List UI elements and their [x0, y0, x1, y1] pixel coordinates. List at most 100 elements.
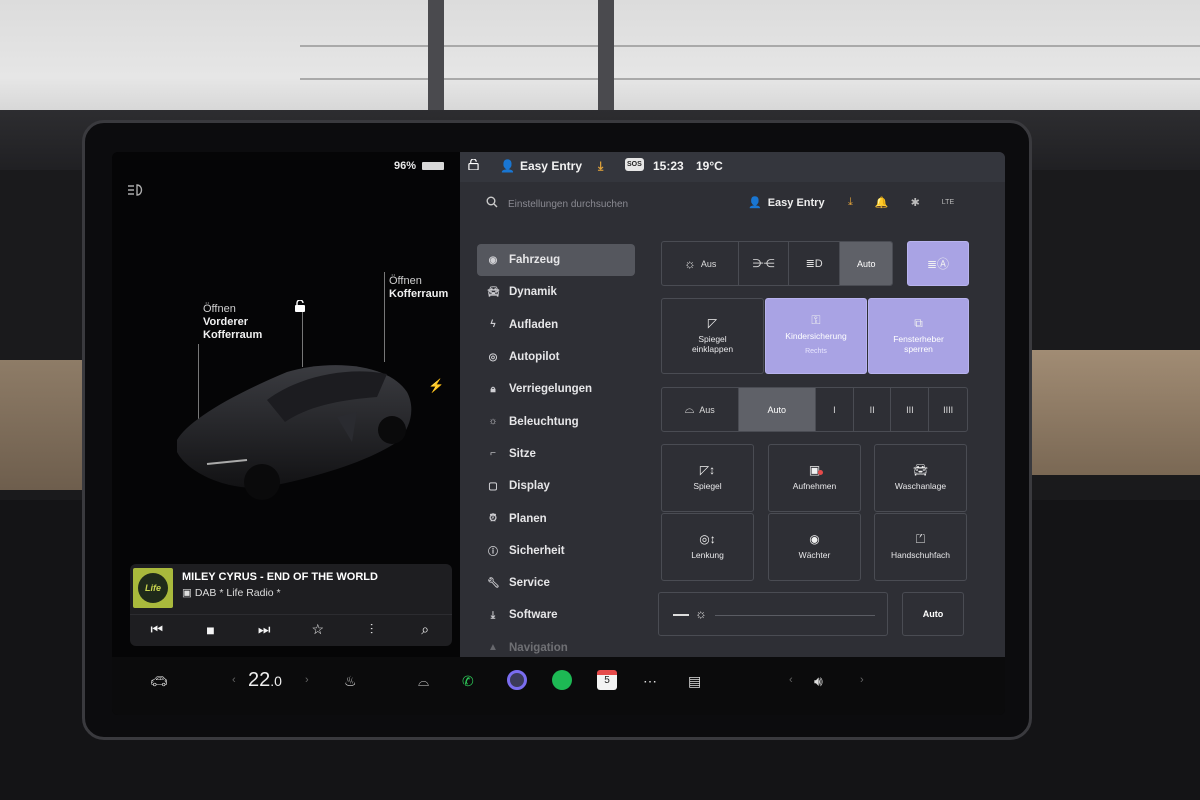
mirrors-adjust-button[interactable]: ◸↕ Spiegel [661, 444, 754, 512]
nav-item-sitze[interactable]: ⌐ Sitze [477, 438, 635, 470]
open-trunk-button[interactable]: Öffnen Kofferraum [389, 275, 448, 301]
lock-icon: 🔒︎ [490, 383, 496, 395]
brightness-sun-icon: ☼ [695, 606, 707, 621]
dashcam-icon: ▣ [809, 464, 824, 476]
trunk-label-1: Öffnen [389, 275, 422, 287]
slider-handle[interactable] [673, 614, 689, 616]
media-search-icon[interactable]: ⌕ [410, 621, 440, 638]
temp-down-chevron-icon[interactable]: ‹ [232, 674, 236, 686]
sentry-icon: ◉ [809, 532, 820, 546]
toggle-icon: ◉ [488, 254, 498, 266]
sentry-mode-button[interactable]: ◉ Wächter [768, 513, 861, 581]
nav-item-dynamik[interactable]: 🚘︎ Dynamik [477, 276, 635, 308]
car-icon[interactable]: 🚗︎ [150, 673, 168, 690]
seat-icon: ⌐ [490, 448, 496, 460]
cabin-temperature[interactable]: 22.0 [248, 669, 282, 692]
washer-button[interactable]: 🚘︎ Waschanlage [874, 444, 967, 512]
nav-item-sicherheit[interactable]: ⓘ Sicherheit [477, 535, 635, 567]
nav-item-service[interactable]: 🔧︎ Service [477, 567, 635, 599]
camera-app-icon[interactable] [507, 670, 527, 690]
spotify-icon[interactable] [552, 670, 572, 690]
nav-item-display[interactable]: ▢ Display [477, 470, 635, 502]
driver-profile[interactable]: 👤 Easy Entry [500, 159, 582, 173]
battery-status: 96% [394, 160, 445, 172]
wiper-speed-2[interactable]: II [854, 388, 892, 431]
favorite-star-icon[interactable]: ☆ [303, 621, 333, 638]
brightness-slider[interactable]: ☼ [658, 592, 888, 636]
child-lock-icon: ⚿ [811, 313, 821, 327]
clock: 15:23 [653, 159, 684, 173]
auto-high-beam-icon [126, 184, 146, 199]
child-lock-button[interactable]: ⚿ Kindersicherung Rechts [765, 298, 867, 374]
alert-icon: ⓘ [488, 547, 498, 559]
wiper-speed-4[interactable]: IIII [929, 388, 967, 431]
frunk-label-2: Vorderer [203, 316, 249, 328]
volume-down-chevron-icon[interactable]: ‹ [789, 674, 793, 686]
trunk-label-2: Kofferraum [389, 288, 449, 300]
display-icon: ▢ [488, 480, 498, 492]
fold-mirrors-button[interactable]: ◸ Spiegel einklappen [661, 298, 764, 374]
settings-search-input[interactable] [508, 196, 708, 212]
nav-item-autopilot[interactable]: ◎ Autopilot [477, 341, 635, 373]
calendar-icon[interactable]: 5 [597, 670, 617, 690]
open-frunk-button[interactable]: Öffnen Vorderer Kofferraum [203, 303, 262, 342]
temp-up-chevron-icon[interactable]: › [305, 674, 309, 686]
settings-nav: ◉ Fahrzeug 🚘︎ Dynamik ϟ Aufladen ◎ Autopilot… [477, 244, 635, 664]
frunk-label-3: Kofferraum [203, 329, 263, 341]
wiper-auto-option[interactable]: Auto [738, 388, 816, 431]
parking-lights-option[interactable]: ⋺⋲ [739, 242, 789, 285]
lights-off-option[interactable]: ☼ Aus [662, 242, 740, 285]
unlock-icon[interactable] [294, 300, 306, 312]
media-player: Life MILEY CYRUS - END OF THE WORLD ▣ DA… [130, 564, 452, 646]
more-apps-icon[interactable]: ⋯ [643, 673, 657, 690]
glovebox-icon: ⏍ [915, 532, 926, 546]
download-icon[interactable]: ⤓ [848, 196, 853, 209]
wiper-off-option[interactable]: ⌓ Aus [662, 388, 739, 431]
battery-icon [422, 162, 445, 170]
lock-status-icon[interactable] [468, 159, 479, 170]
equalizer-icon[interactable]: ⫶ [356, 621, 386, 638]
bluetooth-icon[interactable]: ✱ [911, 196, 920, 209]
charge-port-icon[interactable]: ⚡ [428, 378, 444, 394]
lte-signal-icon: LTE [941, 199, 955, 206]
lights-auto-option[interactable]: Auto [840, 242, 892, 285]
low-beam-option[interactable]: ≣D [789, 242, 841, 285]
wiper-speed-3[interactable]: III [891, 388, 930, 431]
sos-button[interactable]: SOS [625, 158, 644, 171]
software-download-icon[interactable]: ⤓ [598, 159, 603, 174]
volume-icon[interactable]: 🔊︎ [814, 673, 823, 690]
auto-high-beam-button[interactable]: ≣Ⓐ [907, 241, 969, 286]
seat-heater-icon[interactable]: ♨ [344, 673, 357, 690]
bell-icon[interactable]: 🔔 [875, 196, 889, 209]
glovebox-button[interactable]: ⏍ Handschuhfach [874, 513, 967, 581]
nav-item-planen[interactable]: ⏰︎ Planen [477, 502, 635, 534]
volume-up-chevron-icon[interactable]: › [860, 674, 864, 686]
previous-track-icon[interactable]: ⏮ [142, 621, 172, 638]
status-bar: 👤 Easy Entry ⤓ SOS 15:23 19°C [460, 152, 1005, 182]
steering-wheel-icon: ◎ [488, 351, 498, 363]
profile-button[interactable]: 👤 Easy Entry [748, 196, 825, 210]
battery-percent: 96% [394, 160, 417, 172]
nav-item-verriegelungen[interactable]: 🔒︎ Verriegelungen [477, 373, 635, 405]
nav-item-aufladen[interactable]: ϟ Aufladen [477, 309, 635, 341]
brightness-auto-button[interactable]: Auto [902, 592, 964, 636]
bottom-bar: 🚗︎ ‹ 22.0 › ♨ ⌓ ✆ 5 ⋯ ▤ ‹ 🔊︎ › [112, 657, 1005, 715]
nav-item-beleuchtung[interactable]: ☼ Beleuchtung [477, 405, 635, 437]
station-name: ▣ DAB * Life Radio * [182, 587, 281, 599]
nav-item-fahrzeug[interactable]: ◉ Fahrzeug [477, 244, 635, 277]
track-title: MILEY CYRUS - END OF THE WORLD [182, 571, 378, 583]
nav-item-software[interactable]: ⤓ Software [477, 599, 635, 631]
stop-icon[interactable]: ■ [195, 622, 225, 638]
steering-adjust-button[interactable]: ◎↕ Lenkung [661, 513, 754, 581]
window-lock-button[interactable]: ⧉ Fensterheber sperren [868, 298, 969, 374]
slider-track[interactable] [715, 615, 875, 616]
phone-icon[interactable]: ✆ [462, 673, 474, 690]
wiper-speed-1[interactable]: I [816, 388, 854, 431]
car-view-panel: 96% Öffnen Vorderer Kofferraum Öffnen Ko… [112, 152, 460, 657]
defrost-icon[interactable]: ⌓ [418, 673, 429, 690]
next-track-icon[interactable]: ⏭ [249, 621, 279, 638]
toybox-icon[interactable]: ▤ [688, 673, 701, 690]
record-button[interactable]: ▣ Aufnehmen [768, 444, 861, 512]
auto-high-beam-icon: ≣Ⓐ [926, 256, 950, 271]
mirror-adjust-icon: ◸↕ [699, 463, 716, 477]
